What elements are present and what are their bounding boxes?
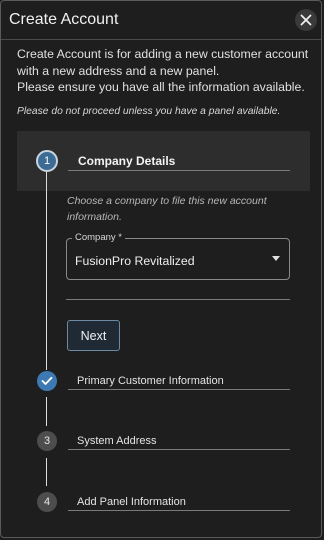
step-1-underline <box>68 170 290 171</box>
step-2-label[interactable]: Primary Customer Information <box>77 375 224 387</box>
step-4-number: 4 <box>43 496 51 508</box>
step-3-underline <box>68 449 290 450</box>
step-4-indicator: 4 <box>37 492 57 512</box>
step-4-underline <box>68 510 290 511</box>
intro-text: Create Account is for adding a new custo… <box>17 46 317 96</box>
step-4-label[interactable]: Add Panel Information <box>77 496 186 508</box>
dropdown-arrow-icon[interactable] <box>272 256 280 261</box>
step-2-indicator <box>37 371 57 391</box>
dialog-header: Create Account <box>1 1 321 40</box>
panel-warning: Please do not proceed unless you have a … <box>17 106 281 117</box>
stepper-connector <box>46 172 47 370</box>
step-3-indicator: 3 <box>37 431 57 451</box>
stepper-connector <box>46 397 47 426</box>
step-1-indicator: 1 <box>36 150 58 172</box>
step-3-label[interactable]: System Address <box>77 435 156 447</box>
step-1-label[interactable]: Company Details <box>78 154 175 168</box>
stepper-connector <box>46 458 47 486</box>
dialog-title: Create Account <box>9 11 119 28</box>
next-button[interactable]: Next <box>67 320 120 351</box>
close-button[interactable] <box>295 9 317 31</box>
company-hint: Choose a company to file this new accoun… <box>67 195 267 223</box>
company-select-value[interactable]: FusionPro Revitalized <box>75 254 195 268</box>
check-icon <box>41 376 53 385</box>
step-2-underline <box>68 389 290 390</box>
intro-description: Create Account is for adding a new custo… <box>17 47 309 78</box>
company-select-label: Company * <box>72 232 125 243</box>
step-1-number: 1 <box>43 155 51 167</box>
close-icon <box>300 14 312 26</box>
intro-ensure-note: Please ensure you have all the informati… <box>17 80 305 94</box>
create-account-dialog: Create Account Create Account is for add… <box>0 0 322 538</box>
step-3-number: 3 <box>43 435 51 447</box>
company-field-underline <box>66 299 290 300</box>
